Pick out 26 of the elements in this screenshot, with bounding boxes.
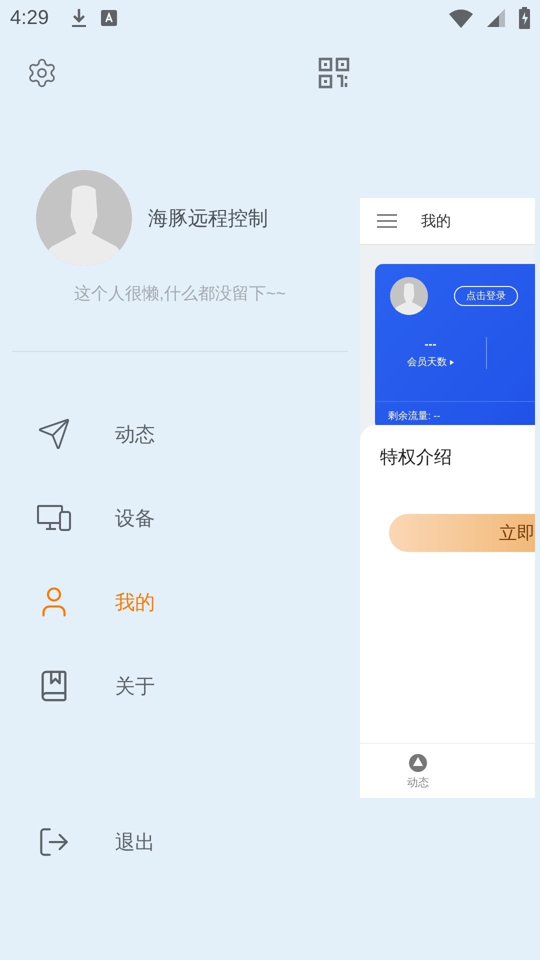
signal-icon (487, 9, 505, 27)
screen-title: 我的 (421, 212, 451, 230)
action-button[interactable]: 立即 (389, 514, 535, 552)
signature: 这个人很懒,什么都没留下~~ (73, 283, 287, 305)
qr-code-button[interactable] (318, 57, 350, 89)
menu-icon[interactable] (377, 213, 397, 229)
status-time: 4:29 (10, 6, 49, 30)
menu-item[interactable]: 关于 (0, 644, 360, 728)
logout-item[interactable]: 退出 (0, 800, 360, 884)
login-button[interactable]: 点击登录 (454, 286, 518, 306)
keyboard-a-icon (100, 10, 117, 26)
battery-icon (519, 7, 530, 29)
logout-icon (37, 825, 71, 859)
section-title: 特权介绍 (380, 446, 453, 469)
caret-icon (450, 360, 454, 364)
stat-value: --- (424, 337, 436, 351)
paper-plane-icon (37, 417, 71, 451)
card-avatar (390, 277, 428, 315)
devices-icon (37, 504, 71, 532)
user-name: 海豚远程控制 (148, 206, 268, 232)
menu-item[interactable]: 动态 (0, 392, 360, 476)
stat-label[interactable]: 会员天数 (407, 355, 454, 369)
settings-button[interactable] (26, 57, 58, 89)
menu-item[interactable]: 设备 (0, 476, 360, 560)
download-icon (70, 8, 87, 28)
wifi-icon (449, 8, 473, 28)
